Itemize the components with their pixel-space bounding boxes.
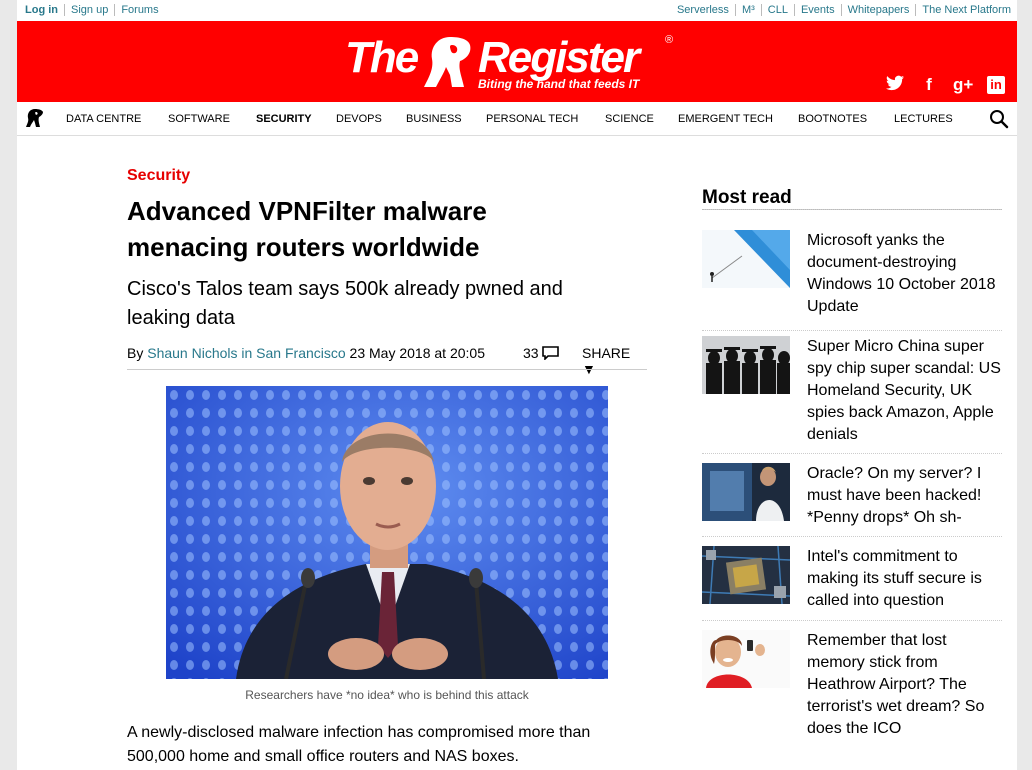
serverless-link[interactable]: Serverless [677,4,735,16]
most-read-link[interactable]: Super Micro China super spy chip super s… [807,336,1002,446]
logo-word-register: Register [478,33,640,82]
author-link[interactable]: Shaun Nichols in San Francisco [147,345,345,361]
nav-item-lectures[interactable]: LECTURES [894,113,953,125]
nav-item-security[interactable]: SECURITY [256,113,312,125]
item-divider [702,330,1002,331]
most-read-thumbnail [702,336,790,394]
nav-item-data-centre[interactable]: DATA CENTRE [66,113,141,125]
image-caption: Researchers have *no idea* who is behind… [245,688,529,702]
item-divider [702,453,1002,454]
article-section-link[interactable]: Security [127,167,190,185]
share-button[interactable]: SHARE ▼ [582,345,647,377]
linkedin-icon[interactable]: in [987,76,1005,94]
cll-link[interactable]: CLL [760,4,794,16]
article-body-paragraph: A newly-disclosed malware infection has … [127,724,591,765]
home-vulture-icon[interactable] [25,108,45,133]
article-hero-image [166,386,608,679]
most-read-divider [702,209,1002,210]
search-icon[interactable] [989,109,1009,134]
article-standfirst: Cisco's Talos team says 500k already pwn… [127,278,563,329]
item-divider [702,620,1002,621]
site-tagline: Biting the hand that feeds IT [478,77,640,91]
main-content: Security Advanced VPNFilter malware mena… [17,136,1017,770]
account-links: Log in Sign up Forums [25,4,165,16]
most-read-thumbnail [702,230,790,288]
publish-date: 23 May 2018 at 20:05 [345,345,485,361]
signup-link[interactable]: Sign up [64,4,114,16]
nav-item-business[interactable]: BUSINESS [406,113,462,125]
article-byline: By Shaun Nichols in San Francisco 23 May… [127,345,647,377]
comments-link[interactable]: 33 [523,345,560,361]
site-logo[interactable]: The Register ® Biting the hand that feed… [345,31,675,91]
forums-link[interactable]: Forums [114,4,164,16]
most-read-link[interactable]: Microsoft yanks the document-destroying … [807,230,1002,318]
most-read-link[interactable]: Intel's commitment to making its stuff s… [807,546,1002,612]
network-links: Serverless M³ CLL Events Whitepapers The… [677,4,1011,16]
social-links: f g+ in [885,75,1005,95]
byline-divider [127,369,647,370]
comment-bubble-icon [542,346,560,361]
section-nav: DATA CENTRE SOFTWARE SECURITY DEVOPS BUS… [17,102,1017,136]
comment-count: 33 [523,345,539,361]
article-headline: Advanced VPNFilter malware menacing rout… [127,196,487,262]
m3-link[interactable]: M³ [734,4,761,16]
most-read-link[interactable]: Remember that lost memory stick from Hea… [807,630,1002,740]
whitepapers-link[interactable]: Whitepapers [840,4,916,16]
events-link[interactable]: Events [793,4,841,16]
most-read-link[interactable]: Oracle? On my server? I must have been h… [807,463,1002,529]
vulture-logo-icon [424,37,471,87]
nav-item-bootnotes[interactable]: BOOTNOTES [798,113,867,125]
logo-word-the: The [345,33,419,82]
google-plus-icon[interactable]: g+ [953,75,973,95]
next-platform-link[interactable]: The Next Platform [915,4,1011,16]
byline-prefix: By [127,345,148,361]
nav-item-personal-tech[interactable]: PERSONAL TECH [486,113,578,125]
login-link[interactable]: Log in [25,4,64,16]
most-read-heading: Most read [702,187,792,208]
registered-mark: ® [665,34,674,46]
nav-item-devops[interactable]: DEVOPS [336,113,382,125]
twitter-icon[interactable] [885,75,905,95]
most-read-thumbnail [702,630,790,688]
utility-bar: Log in Sign up Forums Serverless M³ CLL … [17,0,1017,21]
nav-item-software[interactable]: SOFTWARE [168,113,230,125]
facebook-icon[interactable]: f [919,75,939,95]
nav-item-science[interactable]: SCIENCE [605,113,654,125]
nav-item-emergent-tech[interactable]: EMERGENT TECH [678,113,773,125]
item-divider [702,536,1002,537]
masthead: The Register ® Biting the hand that feed… [17,21,1017,102]
most-read-thumbnail [702,546,790,604]
most-read-thumbnail [702,463,790,521]
